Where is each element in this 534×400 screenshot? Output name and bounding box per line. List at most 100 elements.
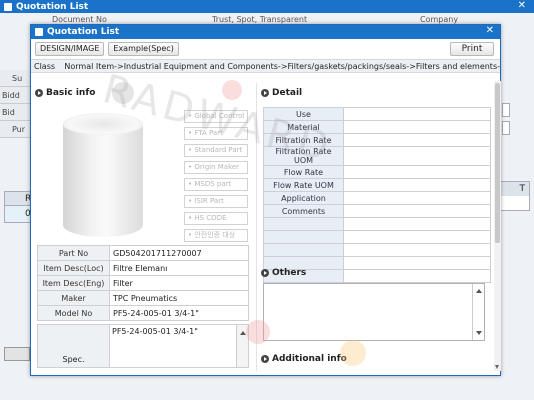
section-bullet-icon: [35, 89, 43, 97]
table-row: Item Desc(Eng) Filter: [37, 275, 249, 291]
detail-value[interactable]: [343, 256, 491, 270]
field-label: Item Desc(Eng): [37, 275, 110, 291]
table-row: [263, 217, 491, 231]
detail-label: Flow Rate: [263, 165, 344, 179]
field-label: Model No: [37, 305, 110, 321]
quotation-detail-dialog: Quotation List ✕ DESIGN/IMAGE Example(Sp…: [30, 24, 501, 376]
app-icon: [35, 28, 43, 36]
detail-value[interactable]: [343, 178, 491, 192]
flag-fta-part[interactable]: • FTA Part: [184, 127, 248, 140]
field-label: Maker: [37, 290, 110, 306]
flag-hs-code[interactable]: • HS CODE: [184, 212, 248, 225]
detail-label: Filtration Rate UOM: [263, 146, 344, 166]
field-value-item-desc-eng[interactable]: Filter: [109, 275, 249, 291]
scrollbar-thumb[interactable]: [495, 83, 500, 243]
detail-value[interactable]: [343, 230, 491, 244]
column-divider: [256, 83, 257, 371]
bg-window-titlebar: Quotation List ✕: [0, 0, 534, 13]
detail-table: Use Material Filtration Rate Filtration …: [263, 107, 491, 283]
table-row: Part No GD504201711270007: [37, 245, 249, 261]
spec-label: Spec.: [38, 325, 110, 367]
dialog-titlebar: Quotation List ✕: [31, 25, 500, 39]
bg-right-field[interactable]: [502, 103, 510, 117]
scroll-down-icon[interactable]: [476, 331, 482, 335]
table-row: Comments: [263, 204, 491, 218]
detail-value[interactable]: [343, 217, 491, 231]
close-icon[interactable]: ✕: [486, 25, 494, 36]
field-value-item-desc-loc[interactable]: Filtre Elemanı: [109, 260, 249, 276]
bg-right-header: T: [501, 182, 529, 196]
detail-value[interactable]: [343, 191, 491, 205]
table-row: [263, 230, 491, 244]
table-row: Filtration Rate: [263, 133, 491, 147]
bg-right-grid[interactable]: T: [500, 181, 530, 211]
others-textarea[interactable]: [263, 283, 485, 341]
detail-title: Detail: [272, 88, 303, 98]
scroll-up-icon[interactable]: [240, 331, 246, 335]
table-row: Item Desc(Loc) Filtre Elemanı: [37, 260, 249, 276]
detail-value[interactable]: [343, 165, 491, 179]
tab-example-spec[interactable]: Example(Spec): [108, 42, 179, 56]
detail-value[interactable]: [343, 146, 491, 166]
table-row: Use: [263, 107, 491, 121]
flag-standard-part[interactable]: • Standard Part: [184, 144, 248, 157]
flag-msds-part[interactable]: • MSDS part: [184, 178, 248, 191]
section-bullet-icon: [261, 355, 269, 363]
detail-value[interactable]: [343, 204, 491, 218]
detail-value[interactable]: [343, 133, 491, 147]
others-heading: Others: [261, 268, 306, 278]
table-row: [263, 243, 491, 257]
flag-safety-cert[interactable]: • 안전인증 대상: [184, 229, 248, 242]
app-icon: [4, 2, 12, 11]
additional-info-title: Additional info: [272, 354, 347, 364]
detail-label: Filtration Rate: [263, 133, 344, 147]
tab-design-image[interactable]: DESIGN/IMAGE: [35, 42, 105, 56]
additional-info-heading: Additional info: [261, 354, 347, 364]
product-image-box: [37, 109, 177, 241]
bg-right-field[interactable]: [502, 121, 510, 135]
section-bullet-icon: [261, 89, 269, 97]
spec-scrollbar[interactable]: [236, 325, 248, 367]
scroll-up-icon[interactable]: [476, 289, 482, 293]
detail-label: Material: [263, 120, 344, 134]
detail-value[interactable]: [343, 107, 491, 121]
bg-horizontal-scrollbar[interactable]: [4, 347, 30, 361]
flag-isir-part[interactable]: • ISIR Part: [184, 195, 248, 208]
table-row: Filtration Rate UOM: [263, 146, 491, 166]
table-row: Maker TPC Pneumatics: [37, 290, 249, 306]
attribute-flags: • Global Control • FTA Part • Standard P…: [184, 110, 248, 246]
field-value-part-no[interactable]: GD504201711270007: [109, 245, 249, 261]
print-button[interactable]: Print: [450, 42, 494, 56]
detail-value[interactable]: [343, 243, 491, 257]
detail-value[interactable]: [343, 120, 491, 134]
basic-info-heading: Basic info: [35, 88, 95, 98]
flag-origin-maker[interactable]: • Origin Maker: [184, 161, 248, 174]
table-row: Material: [263, 120, 491, 134]
class-label: Class: [34, 61, 56, 71]
table-row: Application: [263, 191, 491, 205]
scroll-down-icon[interactable]: [495, 365, 499, 369]
field-value-model-no[interactable]: PF5-24-005-01 3/4-1": [109, 305, 249, 321]
dialog-toolbar: DESIGN/IMAGE Example(Spec) Print: [31, 39, 500, 59]
bg-close-icon[interactable]: ✕: [518, 0, 526, 11]
table-row: Flow Rate UOM: [263, 178, 491, 192]
class-breadcrumb: Class Normal Item->Industrial Equipment …: [31, 59, 500, 73]
detail-label: Application: [263, 191, 344, 205]
class-path: Normal Item->Industrial Equipment and Co…: [64, 61, 500, 71]
detail-heading: Detail: [261, 88, 302, 98]
bg-window-title: Quotation List: [16, 1, 89, 12]
detail-label: Use: [263, 107, 344, 121]
spec-textarea[interactable]: PF5-24-005-01 3/4-1": [112, 327, 198, 336]
field-label: Item Desc(Loc): [37, 260, 110, 276]
detail-label: [263, 243, 344, 257]
basic-info-table: Part No GD504201711270007 Item Desc(Loc)…: [37, 245, 249, 321]
dialog-title: Quotation List: [47, 27, 120, 37]
dialog-vertical-scrollbar[interactable]: [494, 81, 501, 371]
basic-info-title: Basic info: [46, 88, 96, 98]
flag-global-control[interactable]: • Global Control: [184, 110, 248, 123]
others-scrollbar[interactable]: [472, 284, 484, 340]
field-value-maker[interactable]: TPC Pneumatics: [109, 290, 249, 306]
detail-label: Flow Rate UOM: [263, 178, 344, 192]
table-row: Model No PF5-24-005-01 3/4-1": [37, 305, 249, 321]
detail-value[interactable]: [343, 269, 491, 283]
